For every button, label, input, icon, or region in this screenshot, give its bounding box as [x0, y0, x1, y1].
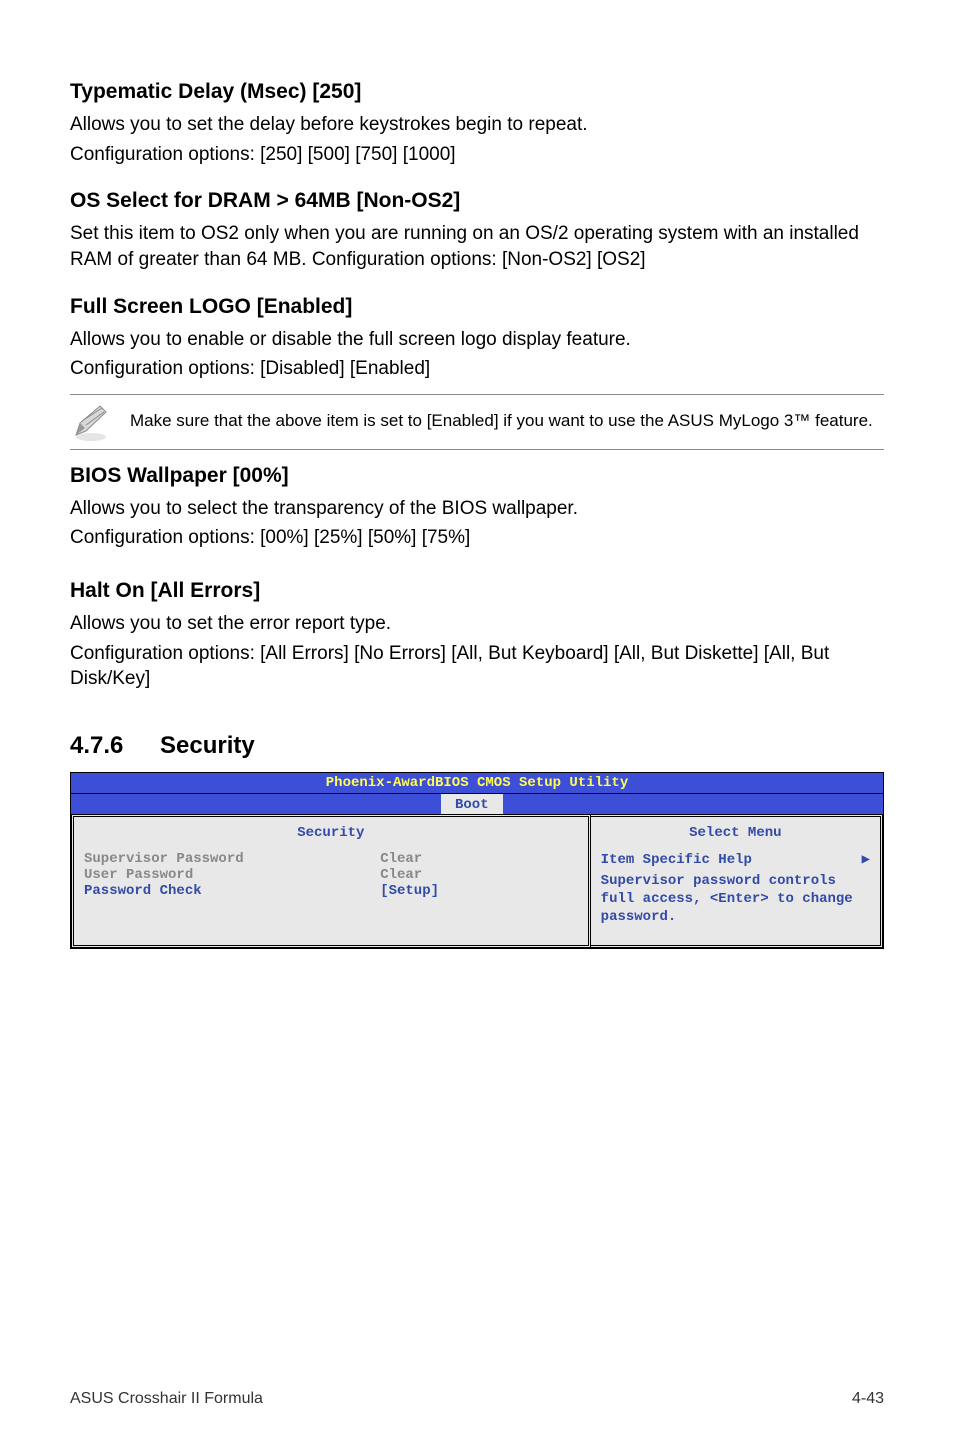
- bios-tab-boot: Boot: [441, 794, 503, 814]
- bios-left-heading: Security: [84, 821, 578, 851]
- heading-wallpaper: BIOS Wallpaper [00%]: [70, 464, 884, 488]
- triangle-right-icon: ▶: [862, 851, 870, 868]
- bios-row-value: Clear: [380, 851, 422, 867]
- bios-row-value: Clear: [380, 867, 422, 883]
- bios-screenshot: Phoenix-AwardBIOS CMOS Setup Utility Boo…: [70, 772, 884, 949]
- text-fullscreen-2: Configuration options: [Disabled] [Enabl…: [70, 356, 884, 382]
- bios-title: Phoenix-AwardBIOS CMOS Setup Utility: [71, 773, 883, 794]
- bios-row-user: User Password Clear: [84, 867, 578, 883]
- bios-right-heading: Select Menu: [601, 821, 870, 851]
- text-fullscreen-1: Allows you to enable or disable the full…: [70, 327, 884, 353]
- text-typematic-2: Configuration options: [250] [500] [750]…: [70, 142, 884, 168]
- bios-help-body: Supervisor password controls full access…: [601, 872, 870, 927]
- text-osselect-1: Set this item to OS2 only when you are r…: [70, 221, 884, 272]
- text-typematic-1: Allows you to set the delay before keyst…: [70, 112, 884, 138]
- subsection-label: Security: [160, 732, 255, 760]
- note-box: Make sure that the above item is set to …: [70, 394, 884, 450]
- footer-product: ASUS Crosshair II Formula: [70, 1390, 263, 1408]
- pencil-icon: [70, 401, 130, 443]
- bios-right-panel: Select Menu Item Specific Help ▶ Supervi…: [591, 814, 883, 948]
- bios-row-password-check: Password Check [Setup]: [84, 883, 578, 899]
- text-halt-1: Allows you to set the error report type.: [70, 611, 884, 637]
- bios-left-panel: Security Supervisor Password Clear User …: [71, 814, 591, 948]
- bios-row-label: Supervisor Password: [84, 851, 380, 867]
- bios-help-head-text: Item Specific Help: [601, 852, 752, 868]
- heading-osselect: OS Select for DRAM > 64MB [Non-OS2]: [70, 189, 884, 213]
- note-text: Make sure that the above item is set to …: [130, 410, 884, 433]
- bios-row-label: User Password: [84, 867, 380, 883]
- heading-halt: Halt On [All Errors]: [70, 579, 884, 603]
- subsection-security: 4.7.6 Security: [70, 732, 884, 760]
- text-halt-2: Configuration options: [All Errors] [No …: [70, 641, 884, 692]
- heading-typematic: Typematic Delay (Msec) [250]: [70, 80, 884, 104]
- bios-row-supervisor: Supervisor Password Clear: [84, 851, 578, 867]
- text-wallpaper-1: Allows you to select the transparency of…: [70, 496, 884, 522]
- bios-row-value: [Setup]: [380, 883, 439, 899]
- footer-page-number: 4-43: [852, 1390, 884, 1408]
- bios-tab-bar: Boot: [71, 794, 883, 814]
- text-wallpaper-2: Configuration options: [00%] [25%] [50%]…: [70, 525, 884, 551]
- page-footer: ASUS Crosshair II Formula 4-43: [70, 1390, 884, 1408]
- bios-row-label: Password Check: [84, 883, 380, 899]
- heading-fullscreen: Full Screen LOGO [Enabled]: [70, 295, 884, 319]
- subsection-number: 4.7.6: [70, 732, 160, 760]
- bios-help-heading: Item Specific Help ▶: [601, 851, 870, 872]
